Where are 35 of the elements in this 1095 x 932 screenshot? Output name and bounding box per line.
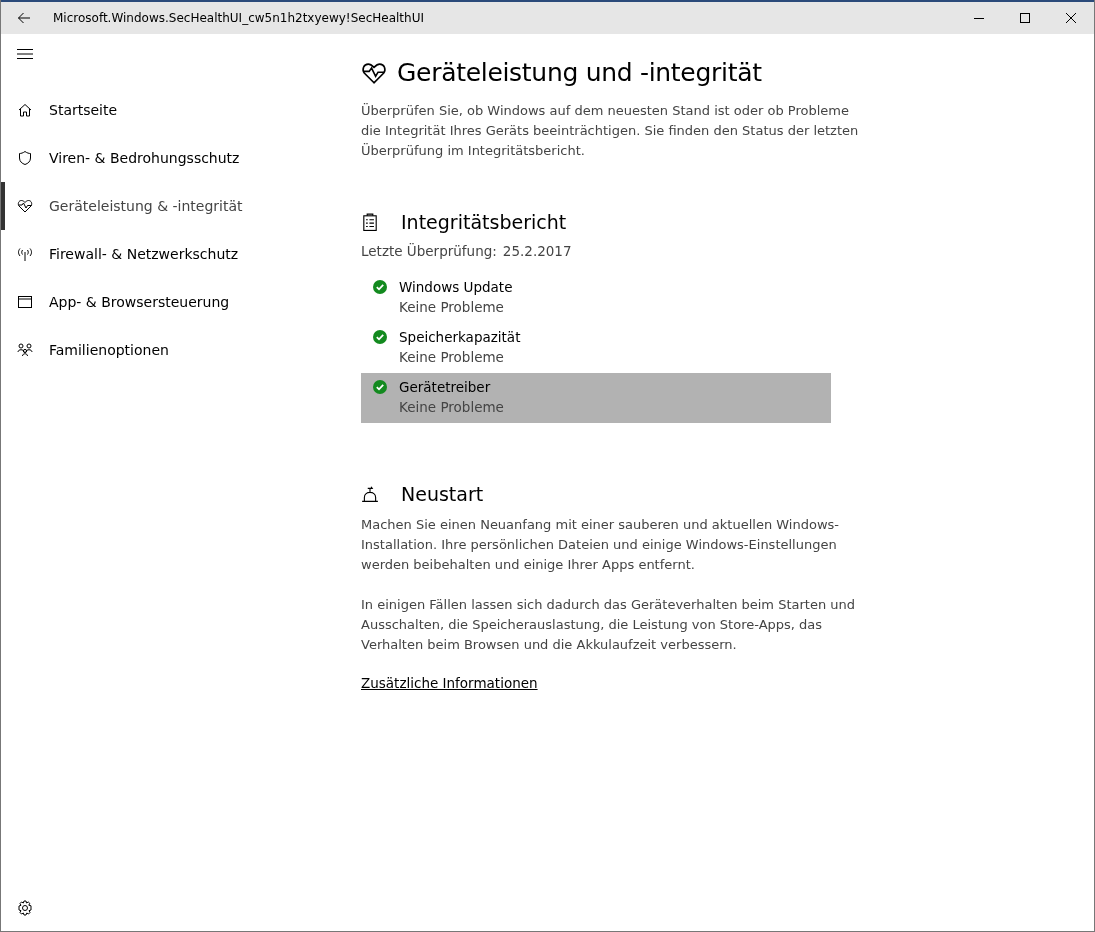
page-description: Überprüfen Sie, ob Windows auf dem neuesten Stand ist oder ob Probleme die Integrität Ihres Geräts beeinträchtigen. Sie finden den Status der letzten Überprüfung im Integritätsbericht. — [361, 102, 860, 160]
maximize-icon — [1020, 13, 1030, 23]
page-title: Geräteleistung und -integrität — [397, 58, 762, 87]
menu-icon[interactable] — [17, 46, 33, 62]
last-check-date: 25.2.2017 — [502, 243, 572, 259]
heart-pulse-icon — [17, 198, 33, 214]
report-item[interactable]: Gerätetreiber Keine Probleme — [361, 373, 831, 423]
clipboard-icon — [361, 213, 379, 231]
fresh-start-icon — [361, 485, 379, 503]
section-title: Integritätsbericht — [401, 211, 567, 233]
more-info-link[interactable]: Zusätzliche Informationen — [361, 675, 538, 691]
section-paragraph: Machen Sie einen Neuanfang mit einer sauberen und aktuellen Windows-Installation. Ihre persönlichen Dateien und einige Windows-Einstellungen werden beibehalten und einige Ihrer Apps entfernt. — [361, 516, 840, 574]
report-item[interactable]: Windows Update Keine Probleme — [361, 273, 831, 323]
close-icon — [1066, 13, 1076, 23]
sidebar-item[interactable]: Familienoptionen — [1, 326, 331, 374]
antenna-icon — [17, 246, 33, 262]
report-item[interactable]: Speicherkapazität Keine Probleme — [361, 323, 831, 373]
check-circle-icon — [373, 280, 387, 294]
back-arrow-icon — [17, 12, 31, 24]
check-circle-icon — [373, 330, 387, 344]
sidebar-item[interactable]: Firewall- & Netzwerkschutz — [1, 230, 331, 278]
section-title: Neustart — [401, 483, 484, 505]
family-icon — [17, 342, 33, 358]
sidebar-item[interactable]: Startseite — [1, 86, 331, 134]
sidebar-item[interactable]: Geräteleistung & -integrität — [1, 182, 331, 230]
sidebar-item[interactable]: Viren- & Bedrohungsschutz — [1, 134, 331, 182]
window-title: Microsoft.Windows.SecHealthUI_cw5n1h2txyewy!SecHealthUI — [53, 11, 425, 25]
check-circle-icon — [373, 380, 387, 394]
last-check-label: Letzte Überprüfung: — [361, 243, 497, 259]
shield-icon — [17, 150, 33, 166]
browser-window-icon — [17, 294, 33, 310]
section-paragraph: In einigen Fällen lassen sich dadurch das Geräteverhalten beim Starten und Ausschalten, die Speicherauslastung, die Leistung von Store-Apps, das Verhalten beim Browsen und die Akkulaufzeit verbessern. — [361, 596, 857, 654]
settings-icon[interactable] — [17, 900, 33, 916]
sidebar-item[interactable]: App- & Browsersteuerung — [1, 278, 331, 326]
home-icon — [17, 102, 33, 118]
